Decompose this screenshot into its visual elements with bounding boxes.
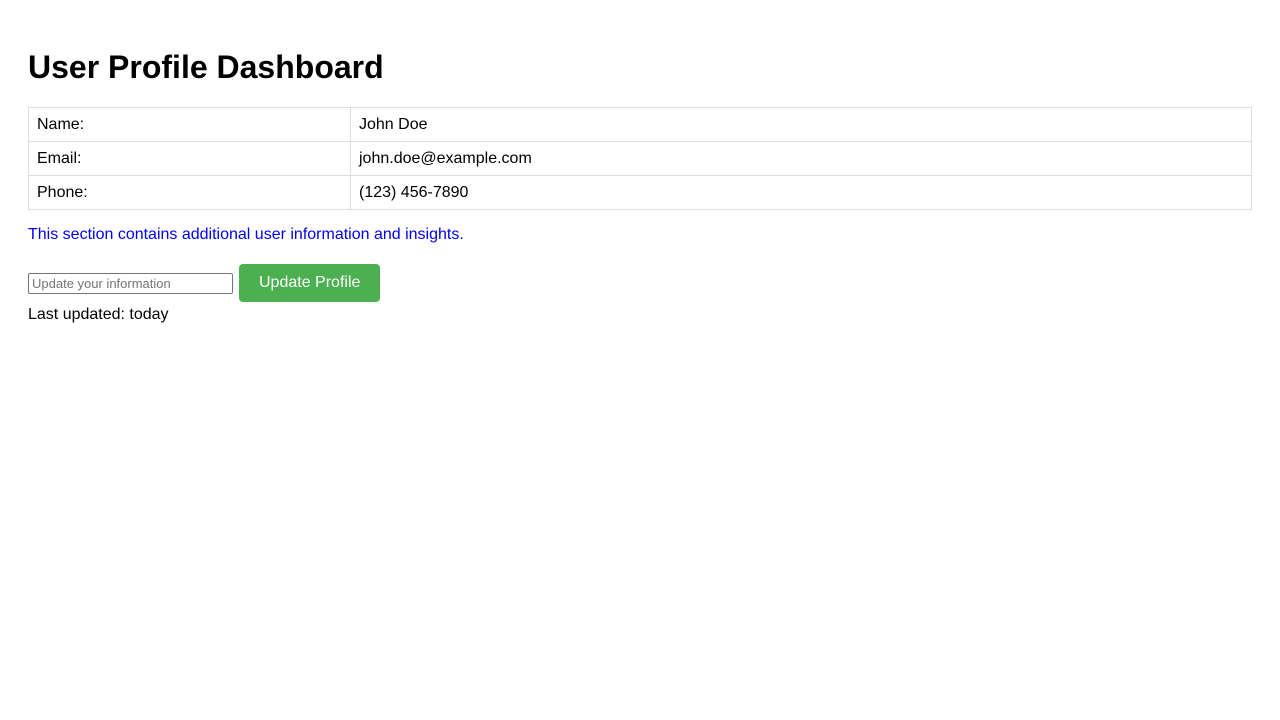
update-form: Update Profile — [28, 264, 1252, 302]
page-container: User Profile Dashboard Name: John Doe Em… — [0, 0, 1280, 720]
table-row: Email: john.doe@example.com — [28, 141, 1252, 176]
additional-info-text: This section contains additional user in… — [28, 226, 464, 243]
last-updated-status: Last updated: today — [28, 306, 169, 323]
email-value: john.doe@example.com — [350, 141, 1252, 176]
page-title: User Profile Dashboard — [28, 49, 384, 85]
profile-table: Name: John Doe Email: john.doe@example.c… — [28, 107, 1252, 210]
email-label: Email: — [28, 141, 351, 176]
phone-value: (123) 456-7890 — [350, 175, 1252, 210]
update-info-input[interactable] — [28, 272, 233, 294]
name-label: Name: — [28, 107, 351, 142]
table-row: Phone: (123) 456-7890 — [28, 175, 1252, 210]
phone-label: Phone: — [28, 175, 351, 210]
name-value: John Doe — [350, 107, 1252, 142]
update-profile-button[interactable]: Update Profile — [239, 264, 381, 302]
table-row: Name: John Doe — [28, 107, 1252, 142]
